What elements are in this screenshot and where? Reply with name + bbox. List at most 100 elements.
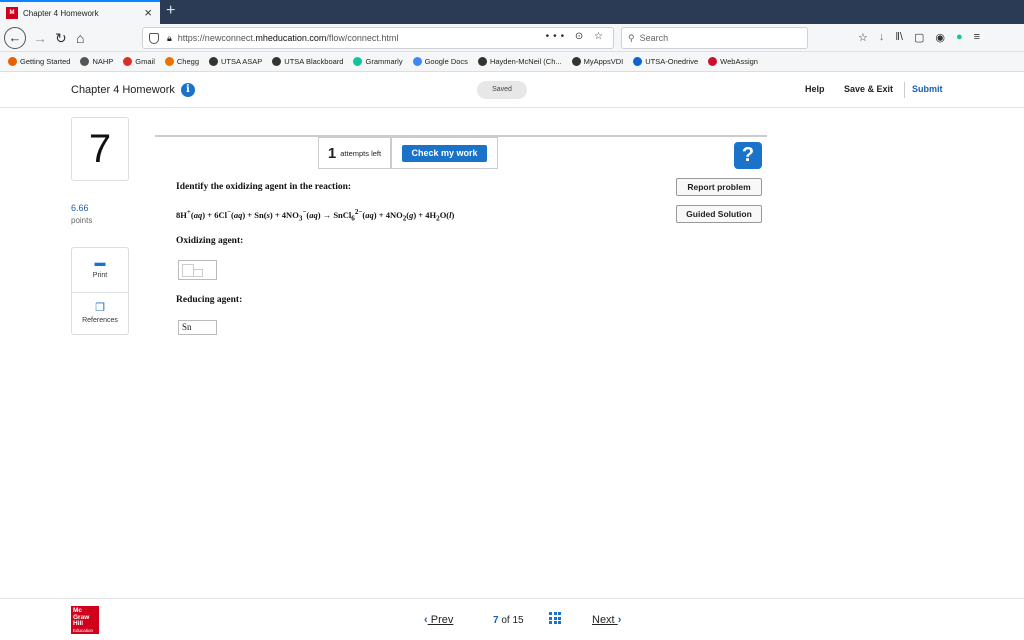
bookmark-item[interactable]: Gmail bbox=[123, 57, 155, 66]
bookmark-favicon-icon bbox=[571, 57, 581, 66]
oxidizing-agent-label: Oxidizing agent: bbox=[176, 236, 244, 246]
search-placeholder: Search bbox=[639, 33, 669, 43]
bookmark-label: UTSA Blackboard bbox=[284, 57, 344, 66]
save-exit-button[interactable]: Save & Exit bbox=[844, 84, 893, 94]
references-button[interactable]: ❐ References bbox=[72, 292, 128, 336]
search-icon: ⚲ bbox=[628, 32, 635, 43]
back-arrow-icon[interactable]: ← bbox=[4, 27, 26, 49]
reaction-equation: 8H+(aq) + 6Cl−(aq) + Sn(s) + 4NO3−(aq) →… bbox=[176, 208, 455, 223]
url-domain: mheducation.com bbox=[255, 33, 327, 43]
guided-solution-button[interactable]: Guided Solution bbox=[676, 205, 762, 223]
bookmarks-bar: Getting Started NAHP Gmail Chegg UTSA ASAP UT… bbox=[0, 52, 1024, 72]
menu-icon[interactable]: ≡ bbox=[974, 31, 980, 44]
browser-tab[interactable]: M Chapter 4 Homework × bbox=[0, 0, 160, 24]
side-tools: ▬ Print ❐ References bbox=[71, 247, 129, 335]
bookmark-label: MyAppsVDI bbox=[583, 57, 624, 66]
bookmark-item[interactable]: MyAppsVDI bbox=[571, 57, 624, 66]
help-question-icon[interactable]: ? bbox=[734, 142, 762, 169]
bookmark-item[interactable]: UTSA ASAP bbox=[209, 57, 262, 66]
library-icon[interactable]: ‖\ bbox=[895, 31, 903, 44]
current-page: 7 bbox=[493, 615, 499, 626]
assignment-title: Chapter 4 Homework i bbox=[71, 83, 195, 97]
bookmark-favicon-icon bbox=[209, 57, 218, 66]
footer-bar: Mc Graw Hill Education ‹ Prev 7 of 15 Next … bbox=[0, 598, 1024, 640]
forward-arrow-icon[interactable]: → bbox=[33, 28, 47, 48]
next-button[interactable]: Next › bbox=[592, 614, 621, 626]
question-prompt: Identify the oxidizing agent in the reac… bbox=[176, 182, 352, 192]
info-icon[interactable]: i bbox=[180, 83, 195, 97]
bookmark-favicon-icon bbox=[353, 57, 363, 66]
page-indicator: 7 of 15 bbox=[493, 615, 524, 626]
submit-button[interactable]: Submit bbox=[912, 84, 943, 94]
bookmark-item[interactable]: Hayden-McNeil (Ch... bbox=[477, 57, 562, 66]
toolbar-icons: ☆ ↓ ‖\ ▢ ◉ ● ≡ bbox=[858, 31, 980, 44]
url-prefix: https://newconnect. bbox=[177, 33, 256, 43]
saved-status-badge: Saved bbox=[477, 81, 527, 99]
prev-button[interactable]: ‹ Prev bbox=[424, 614, 453, 626]
mcgraw-hill-logo: Mc Graw Hill Education bbox=[71, 606, 99, 634]
bookmark-favicon-icon bbox=[708, 57, 718, 66]
bookmark-item[interactable]: Google Docs bbox=[412, 57, 468, 66]
chevron-left-icon: ‹ bbox=[424, 614, 428, 626]
points-label: points bbox=[71, 216, 93, 225]
url-bar[interactable]: 🔒︎ https://newconnect. mheducation.com/fl… bbox=[142, 27, 614, 49]
bookmark-item[interactable]: Grammarly bbox=[353, 57, 403, 66]
bookmark-favicon-icon bbox=[164, 57, 174, 66]
bookmark-item[interactable]: Getting Started bbox=[8, 57, 70, 66]
page-title: Chapter 4 Homework bbox=[71, 84, 175, 96]
oxidizing-agent-input[interactable] bbox=[178, 260, 217, 280]
points-value: 6.66 bbox=[71, 203, 89, 213]
page-actions-icon[interactable]: ••• ⊙ ☆ bbox=[546, 31, 607, 42]
bookmark-label: Google Docs bbox=[424, 57, 468, 66]
bookmark-item[interactable]: UTSA Blackboard bbox=[272, 57, 343, 66]
bookmark-label: WebAssign bbox=[720, 57, 758, 66]
bookmark-favicon-icon bbox=[477, 57, 487, 66]
grammarly-icon[interactable]: ● bbox=[956, 31, 963, 44]
bookmark-label: Hayden-McNeil (Ch... bbox=[489, 57, 562, 66]
question-number: 7 bbox=[71, 117, 129, 181]
reducing-agent-input[interactable]: Sn bbox=[178, 320, 217, 335]
bookmark-label: Grammarly bbox=[365, 57, 403, 66]
check-work-container: Check my work bbox=[391, 137, 498, 169]
prev-label: Prev bbox=[430, 614, 454, 626]
bookmark-label: Getting Started bbox=[20, 57, 71, 66]
home-icon[interactable]: ⌂ bbox=[76, 28, 84, 48]
close-tab-icon[interactable]: × bbox=[144, 5, 152, 20]
bookmark-favicon-icon bbox=[633, 57, 643, 66]
report-problem-button[interactable]: Report problem bbox=[676, 178, 762, 196]
bookmark-label: Chegg bbox=[176, 57, 199, 66]
subscript-template-icon bbox=[193, 269, 203, 277]
print-button[interactable]: ▬ Print bbox=[72, 248, 128, 292]
reload-icon[interactable]: ↻ bbox=[55, 28, 67, 48]
chevron-right-icon: › bbox=[617, 614, 622, 626]
attempts-label: attempts left bbox=[340, 148, 382, 158]
bookmark-item[interactable]: UTSA-Onedrive bbox=[633, 57, 698, 66]
bookmark-item[interactable]: Chegg bbox=[164, 57, 199, 66]
attempts-indicator: 1 attempts left bbox=[318, 137, 391, 169]
header-divider bbox=[904, 82, 905, 98]
references-label: References bbox=[82, 317, 118, 324]
mcgraw-favicon-icon: M bbox=[6, 7, 18, 19]
question-grid-icon[interactable] bbox=[549, 612, 561, 624]
bookmark-item[interactable]: WebAssign bbox=[708, 57, 758, 66]
lock-icon[interactable]: 🔒︎ bbox=[167, 33, 172, 44]
bookmark-label: NAHP bbox=[92, 57, 114, 66]
bookmark-favicon-icon bbox=[80, 57, 90, 66]
tracking-shield-icon[interactable] bbox=[149, 32, 159, 44]
bookmark-item[interactable]: NAHP bbox=[80, 57, 113, 66]
tab-title: Chapter 4 Homework bbox=[23, 8, 99, 18]
next-label: Next bbox=[592, 614, 615, 626]
account-icon[interactable]: ◉ bbox=[935, 31, 945, 44]
search-input[interactable]: ⚲ Search bbox=[621, 27, 808, 49]
check-my-work-button[interactable]: Check my work bbox=[402, 145, 487, 162]
app-header: Chapter 4 Homework i Saved Help Save & E… bbox=[0, 72, 1024, 108]
bookmark-label: UTSA ASAP bbox=[221, 57, 263, 66]
download-icon[interactable]: ↓ bbox=[879, 31, 885, 44]
help-link[interactable]: Help bbox=[805, 84, 825, 94]
bookmark-star-icon[interactable]: ☆ bbox=[858, 31, 868, 44]
new-tab-button[interactable]: + bbox=[166, 2, 175, 20]
bookmark-favicon-icon bbox=[123, 57, 133, 66]
url-path: /flow/connect.html bbox=[326, 33, 399, 43]
sidebar-icon[interactable]: ▢ bbox=[914, 31, 924, 44]
browser-tab-bar: M Chapter 4 Homework × + bbox=[0, 0, 1024, 24]
